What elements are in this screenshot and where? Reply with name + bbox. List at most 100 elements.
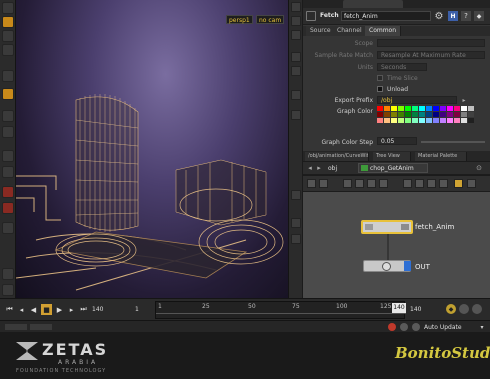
- color-swatch[interactable]: [405, 118, 411, 123]
- tab-common[interactable]: Common: [365, 26, 402, 36]
- snapshot-icon[interactable]: [291, 218, 301, 228]
- camera-menu[interactable]: persp1: [226, 15, 253, 24]
- color-swatch[interactable]: [405, 112, 411, 117]
- color-swatch[interactable]: [419, 106, 425, 111]
- color-swatch[interactable]: [433, 106, 439, 111]
- playhead-frame[interactable]: 140: [392, 303, 406, 313]
- display-options-icon[interactable]: [291, 2, 301, 12]
- chevron-down-icon[interactable]: ▾: [478, 323, 486, 331]
- range-start[interactable]: 1: [135, 306, 139, 313]
- color-swatch[interactable]: [419, 112, 425, 117]
- keyframe-button[interactable]: [5, 324, 27, 330]
- color-swatch[interactable]: [447, 112, 453, 117]
- output-flag[interactable]: [404, 261, 411, 271]
- grid-display-icon[interactable]: [291, 110, 301, 120]
- path-chop-node[interactable]: chop_GetAnim: [358, 163, 428, 173]
- color-swatch[interactable]: [468, 118, 474, 123]
- current-frame-left[interactable]: 140: [92, 306, 103, 313]
- graph-step-slider[interactable]: [421, 141, 485, 143]
- rate-select[interactable]: Resample At Maximum Rate: [377, 51, 485, 59]
- light-tool-icon[interactable]: [2, 222, 14, 234]
- color-swatch[interactable]: [377, 112, 383, 117]
- display-tool-icon[interactable]: [2, 150, 14, 162]
- shading-icon[interactable]: [291, 30, 301, 40]
- lighting-icon[interactable]: [291, 16, 301, 26]
- keyframe-tool-icon[interactable]: [2, 202, 14, 214]
- range-end[interactable]: 140: [410, 306, 421, 313]
- play-icon[interactable]: ▶: [55, 305, 64, 314]
- info-icon[interactable]: ?: [461, 11, 471, 21]
- pose-tool-icon[interactable]: [2, 30, 14, 42]
- view-tool-icon[interactable]: [2, 44, 14, 56]
- pane-tab[interactable]: [343, 0, 403, 8]
- color-swatch[interactable]: [412, 106, 418, 111]
- move-tool-icon[interactable]: [2, 70, 14, 82]
- color-swatch[interactable]: [433, 118, 439, 123]
- jump-start-icon[interactable]: ⏮: [5, 305, 14, 314]
- color-swatch[interactable]: [384, 118, 390, 123]
- sticky-icon[interactable]: [427, 179, 436, 188]
- handle-tool-icon[interactable]: [2, 16, 14, 28]
- color-swatch[interactable]: [398, 106, 404, 111]
- color-swatch[interactable]: [440, 106, 446, 111]
- color-swatch[interactable]: [419, 118, 425, 123]
- key-icon[interactable]: ◆: [446, 304, 456, 314]
- node-display-flag[interactable]: [401, 224, 409, 230]
- path-obj[interactable]: obj: [328, 165, 337, 172]
- graph-step-field[interactable]: 0.05: [377, 137, 417, 145]
- realtime-icon[interactable]: [472, 304, 482, 314]
- color-swatch[interactable]: [468, 112, 474, 117]
- back-arrow-icon[interactable]: ◂: [306, 164, 314, 172]
- update-mode-menu[interactable]: Auto Update: [424, 324, 462, 331]
- performance-icon[interactable]: [412, 323, 420, 331]
- color-swatch[interactable]: [377, 118, 383, 123]
- tab-tree-view[interactable]: Tree View: [373, 152, 411, 161]
- gear-icon[interactable]: ⚙: [433, 10, 445, 22]
- scale-tool-icon[interactable]: [2, 126, 14, 138]
- node-bypass-flag[interactable]: [365, 224, 373, 230]
- help-network-icon[interactable]: [467, 179, 476, 188]
- color-swatch[interactable]: [412, 112, 418, 117]
- flag-icon[interactable]: [379, 179, 388, 188]
- shape-icon[interactable]: [415, 179, 424, 188]
- graph-color-palette[interactable]: [377, 106, 477, 126]
- color-swatch[interactable]: [405, 106, 411, 111]
- unload-checkbox[interactable]: [377, 86, 383, 92]
- color-icon[interactable]: [403, 179, 412, 188]
- memory-icon[interactable]: [400, 323, 408, 331]
- audio-icon[interactable]: [459, 304, 469, 314]
- color-swatch[interactable]: [454, 112, 460, 117]
- pin-pane-icon[interactable]: ⊙: [475, 164, 483, 172]
- error-icon[interactable]: [388, 323, 396, 331]
- play-reverse-icon[interactable]: ◀: [29, 305, 38, 314]
- points-icon[interactable]: [291, 66, 301, 76]
- step-forward-icon[interactable]: ▸: [67, 305, 76, 314]
- select-tool-icon[interactable]: [2, 2, 14, 14]
- pin-arrow-icon[interactable]: ▸: [460, 96, 468, 104]
- tab-network-path[interactable]: /obj/animation/CurveWith...: [305, 152, 369, 161]
- render-region-icon[interactable]: [291, 234, 301, 244]
- color-swatch[interactable]: [426, 118, 432, 123]
- color-swatch[interactable]: [384, 112, 390, 117]
- units-select[interactable]: Seconds: [377, 63, 427, 71]
- step-back-icon[interactable]: ◂: [17, 305, 26, 314]
- ghost-icon[interactable]: [291, 52, 301, 62]
- color-swatch[interactable]: [391, 118, 397, 123]
- scope-field[interactable]: [377, 39, 485, 47]
- tab-channel[interactable]: Channel: [333, 26, 367, 36]
- color-swatch[interactable]: [461, 118, 467, 123]
- color-swatch[interactable]: [454, 106, 460, 111]
- color-swatch[interactable]: [391, 106, 397, 111]
- forward-arrow-icon[interactable]: ▸: [315, 164, 323, 172]
- color-swatch[interactable]: [454, 118, 460, 123]
- color-swatch[interactable]: [398, 118, 404, 123]
- grid-tool-icon[interactable]: [2, 268, 14, 280]
- color-swatch[interactable]: [426, 106, 432, 111]
- rotate-tool-icon[interactable]: [2, 110, 14, 122]
- help-icon[interactable]: H: [448, 11, 458, 21]
- normals-icon[interactable]: [291, 90, 301, 100]
- camera-tool-icon[interactable]: [2, 284, 14, 296]
- color-swatch[interactable]: [433, 112, 439, 117]
- node-name-field[interactable]: fetch_Anim: [341, 11, 431, 21]
- cam-menu[interactable]: no cam: [256, 15, 285, 24]
